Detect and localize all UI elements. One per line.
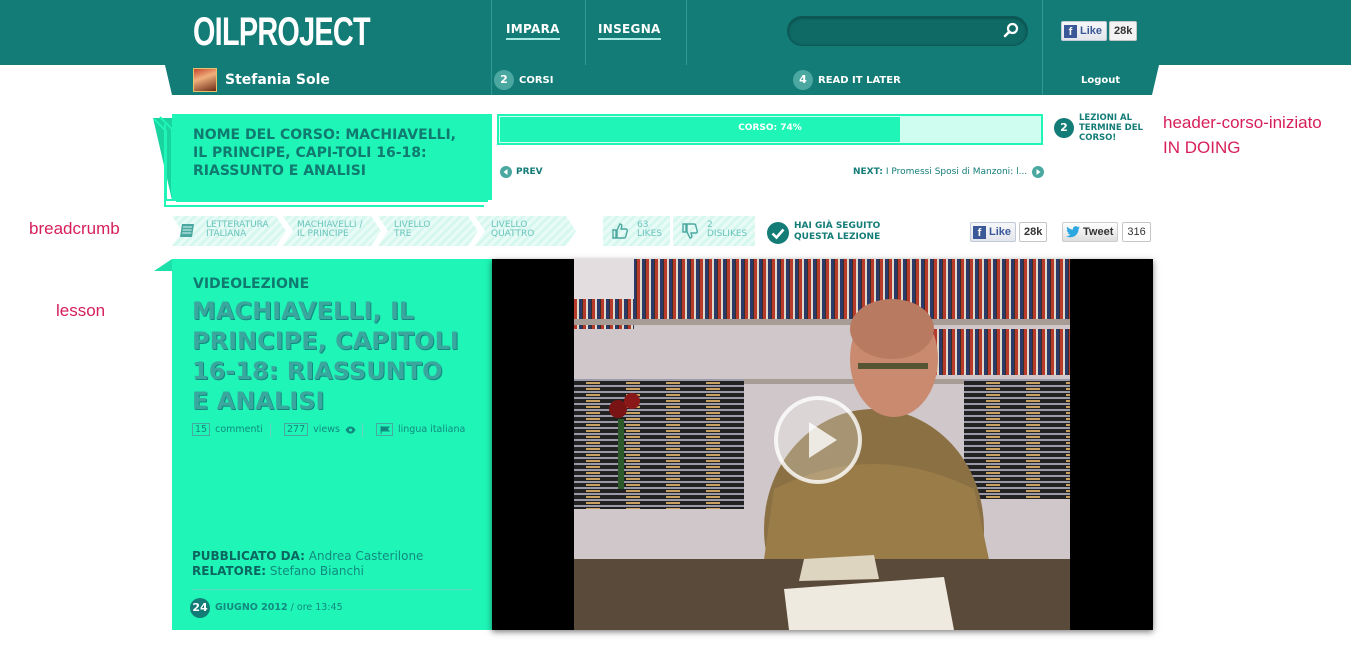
facebook-like-header[interactable]: f Like 28k — [1061, 21, 1138, 41]
thumbs-down-icon — [682, 223, 698, 239]
publish-month-year: GIUGNO 2012 — [215, 602, 288, 613]
lesson-kind: VIDEOLEZIONE — [193, 276, 310, 292]
userbar-divider — [1042, 65, 1043, 95]
play-icon[interactable] — [773, 395, 863, 485]
next-button[interactable]: NEXT: I Promessi Sposi di Manzoni: l... — [853, 166, 1045, 178]
read-later-link[interactable]: READ IT LATER — [818, 75, 901, 86]
read-later-count-badge: 4 — [793, 70, 813, 90]
views-stat: 277 views — [284, 423, 356, 436]
userbar-edge — [1152, 65, 1159, 95]
twitter-bird-icon — [1066, 226, 1080, 238]
stat-divider — [270, 423, 271, 437]
followed-status: HAI GIÀ SEGUITO QUESTA LEZIONE — [794, 221, 881, 242]
dislikes-counter: 2 DISLIKES — [707, 220, 748, 239]
nav-divider — [686, 0, 687, 65]
site-logo[interactable]: OILPROJECT — [193, 8, 371, 56]
lesson-credits: PUBBLICATO DA: Andrea Casterilone RELATO… — [192, 549, 423, 579]
author-name[interactable]: Andrea Casterilone — [309, 549, 424, 563]
facebook-like-share[interactable]: f Like 28k — [970, 222, 1048, 242]
comments-label: commenti — [215, 424, 263, 435]
nav-divider — [491, 0, 492, 65]
language-stat: lingua italiana — [376, 423, 465, 436]
likes-counter: 63 LIKES — [637, 220, 662, 239]
nav-divider — [585, 0, 586, 65]
publish-date: GIUGNO 2012 / ore 13:45 — [215, 602, 343, 613]
search-input[interactable] — [800, 22, 1000, 40]
book-icon — [180, 224, 194, 237]
fb-like-count: 28k — [1019, 222, 1048, 242]
speaker-name[interactable]: Stefano Bianchi — [270, 564, 364, 578]
lesson-box-tab — [154, 259, 172, 271]
avatar[interactable] — [193, 68, 217, 92]
fb-like-count: 28k — [1109, 21, 1138, 41]
fb-like-button[interactable]: f Like — [1061, 21, 1108, 41]
comments-stat[interactable]: 15 commenti — [192, 423, 263, 436]
facebook-icon: f — [973, 225, 986, 239]
next-label: NEXT: — [853, 167, 883, 177]
facebook-icon: f — [1064, 24, 1077, 38]
breadcrumb-label: LIVELLO TRE — [394, 220, 431, 239]
annotation-doing: IN DOING — [1163, 138, 1241, 157]
published-by-label: PUBBLICATO DA: — [192, 549, 305, 563]
logout-link[interactable]: Logout — [1081, 75, 1120, 86]
tweet-button[interactable]: Tweet — [1062, 222, 1119, 242]
flag-icon — [376, 423, 393, 436]
comments-count: 15 — [192, 423, 211, 436]
remaining-lessons-badge: 2 — [1054, 118, 1074, 138]
arrow-left-icon — [500, 166, 512, 178]
tweet-share[interactable]: Tweet 316 — [1062, 222, 1151, 242]
tweet-label: Tweet — [1083, 226, 1114, 238]
lesson-title: MACHIAVELLI, IL PRINCIPE, CAPITOLI 16-18… — [192, 297, 459, 415]
fb-like-label: Like — [989, 226, 1012, 238]
userbar-edge — [165, 65, 172, 95]
corsi-count-badge: 2 — [494, 70, 514, 90]
course-title: NOME DEL CORSO: MACHIAVELLI, IL PRINCIPE… — [193, 127, 456, 179]
stat-divider — [362, 423, 363, 437]
corsi-link[interactable]: CORSI — [519, 75, 553, 86]
date-day-badge: 24 — [190, 598, 210, 618]
publish-time: / ore 13:45 — [290, 602, 343, 613]
breadcrumb-label: LIVELLO QUATTRO — [491, 220, 535, 239]
breadcrumb-label: LETTERATURA ITALIANA — [206, 220, 269, 239]
username[interactable]: Stefania Sole — [225, 72, 330, 88]
language-label: lingua italiana — [398, 424, 466, 435]
check-circle-icon — [767, 222, 789, 244]
search-box — [787, 16, 1028, 46]
annotation-header-course: header-corso-iniziato — [1163, 113, 1322, 132]
views-count: 277 — [284, 423, 309, 436]
next-lesson-title: I Promessi Sposi di Manzoni: l... — [885, 167, 1028, 177]
remaining-lessons-label: LEZIONI AL TERMINE DEL CORSO! — [1079, 113, 1143, 143]
annotation-lesson: lesson — [56, 301, 106, 320]
course-box-outline — [176, 200, 488, 202]
nav-impara[interactable]: IMPARA — [506, 22, 560, 40]
userbar-divider — [491, 65, 492, 95]
divider — [192, 589, 472, 590]
arrow-right-icon — [1032, 166, 1045, 178]
eye-icon — [345, 426, 356, 433]
fb-like-button[interactable]: f Like — [970, 222, 1017, 242]
prev-button[interactable]: PREV — [500, 166, 543, 178]
tweet-count: 316 — [1122, 222, 1151, 242]
nav-divider — [1042, 0, 1043, 65]
thumbs-up-icon — [612, 223, 628, 239]
search-icon[interactable] — [1003, 22, 1019, 38]
annotation-breadcrumb: breadcrumb — [29, 219, 120, 238]
views-label: views — [313, 424, 340, 435]
speaker-label: RELATORE: — [192, 564, 267, 578]
nav-insegna[interactable]: INSEGNA — [598, 22, 661, 40]
course-progress-label: CORSO: 74% — [738, 123, 802, 133]
fb-like-label: Like — [1080, 25, 1103, 37]
breadcrumb-label: MACHIAVELLI / IL PRINCIPE — [297, 220, 363, 239]
prev-label: PREV — [516, 167, 543, 177]
